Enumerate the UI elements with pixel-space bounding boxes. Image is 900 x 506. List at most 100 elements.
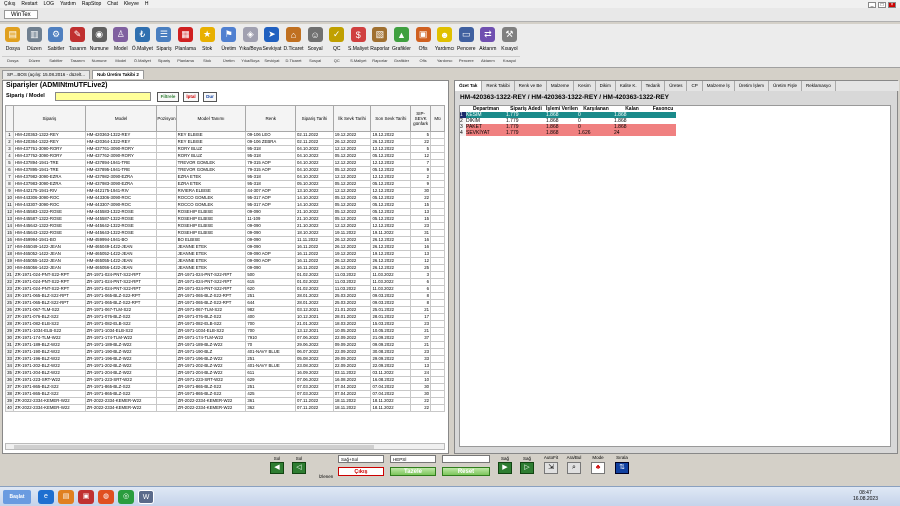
toolbar-dropdown[interactable]: Raporlar [369, 56, 391, 63]
table-row[interactable]: 40 ZR-2022-2334-KEMER-W22 ZR-2022-2334-KEM… [5, 404, 445, 412]
toolbar-dropdown[interactable]: Pencere [455, 56, 478, 63]
department-row[interactable]: 4 SEVKİYAT 1.779 1.868 1.626 24 [460, 130, 676, 136]
table-row[interactable]: 7 HM-437982-3090-EZRA HM-437982-3090-EZRA E… [5, 173, 445, 181]
toolbar-production-button[interactable]: ⚑ Üretim Üretim [217, 24, 240, 68]
firefox-icon[interactable]: ◍ [98, 490, 114, 504]
table-row[interactable]: 5 HM-437894-1941-TRE HM-437894-1941-TRE TRE… [5, 159, 445, 167]
doc-tab-uretim-takibi[interactable]: Nub Üretim Takibi 2 [91, 70, 144, 79]
table-row[interactable]: 9 HM-442175-1941-RIV HM-442175-1941-RIV RIV… [5, 187, 445, 195]
column-header[interactable]: İlk Sevk Tarihi [332, 105, 372, 132]
toolbar-design-button[interactable]: ✎ Tasarım Tasarım [66, 24, 89, 68]
toolbar-dropdown[interactable]: Üretim [217, 56, 240, 63]
toolbar-dropdown[interactable]: Yıka/Boya [239, 56, 262, 63]
toolbar-charts-button[interactable]: ▲ Grafikler Grafikler [390, 24, 413, 68]
detail-tab[interactable]: Dikim [596, 81, 616, 91]
menu-item-4[interactable]: RapStop [82, 1, 101, 7]
filter-input[interactable] [55, 92, 151, 101]
toolbar-shipping-button[interactable]: ➤ Sevkiyat Sevkiyat [261, 24, 283, 68]
side-select[interactable]: Sağ+Sol [338, 455, 384, 463]
toolbar-wash-button[interactable]: ◈ Yıka/Boya Yıka/Boya [239, 24, 262, 68]
table-row[interactable]: 39 ZR-2022-2334-KEMER-W22 ZR-2022-2334-KEM… [5, 397, 445, 405]
table-row[interactable]: 28 ZR-1971-082-ELB-S22 ZR-1971-082-ELB-S22… [5, 320, 445, 328]
menu-item-6[interactable]: Kleyve [124, 1, 139, 7]
table-row[interactable]: 30 ZR-1971-174-TLM-W22 ZR-1971-174-TLM-W22… [5, 334, 445, 342]
maximize-icon[interactable]: □ [878, 2, 886, 8]
column-header[interactable]: Model [84, 105, 158, 132]
detail-tab[interactable]: Üretim Fişle [769, 81, 803, 91]
toolbar-dropdown[interactable]: Düzen [23, 56, 46, 63]
filter-button[interactable]: Filtrele [157, 92, 179, 102]
toolbar-dropdown[interactable]: Sipariş [153, 56, 175, 63]
toolbar-planning-button[interactable]: ▦ Planlama Planlama [174, 24, 197, 68]
left-double-arrow-icon[interactable]: ◁ [292, 462, 306, 474]
search-icon[interactable]: ⌕ [567, 462, 581, 474]
table-row[interactable]: 22 ZR-1971-024-PNT-S22-RPT ZR-1971-024-PNT… [5, 278, 445, 286]
exit-button[interactable]: Çıkış [338, 467, 384, 476]
table-row[interactable]: 13 HM-445587-1322-ROSE HM-445587-1322-ROSE… [5, 215, 445, 223]
toolbar-dropdown[interactable]: Aktarım [477, 56, 499, 63]
toolbar-settings-button[interactable]: ⚙ Sabitler Sabitler [45, 24, 67, 68]
table-row[interactable]: 10 HM-443306-3090-ROC HM-443306-3090-ROC RO… [5, 194, 445, 202]
table-row[interactable]: 34 ZR-1971-202-BLZ-W22 ZR-1971-202-BLZ-W22… [5, 362, 445, 370]
sort-icon[interactable]: ⇅ [615, 462, 629, 474]
column-header[interactable]: Model Tanımı [175, 105, 247, 132]
menu-item-5[interactable]: Chat [107, 1, 118, 7]
toolbar-model-button[interactable]: ♙ Model Model [109, 24, 132, 68]
table-row[interactable]: 32 ZR-1971-190-BLZ-W22 ZR-1971-190-BLZ-W22… [5, 348, 445, 356]
table-row[interactable]: 27 ZR-1971-076-BLZ-S22 ZR-1971-076-BLZ-S22… [5, 313, 445, 321]
menu-item-0[interactable]: Çıkış [4, 1, 15, 7]
toolbar-dropdown[interactable]: Grafikler [390, 56, 413, 63]
table-row[interactable]: 11 HM-443307-3090-ROC HM-443307-3090-ROC RO… [5, 201, 445, 209]
column-header[interactable]: Mü [430, 105, 445, 132]
menu-item-2[interactable]: LOG [44, 1, 55, 7]
column-header[interactable]: Sipariş Tarihi [295, 105, 334, 132]
toolbar-window-button[interactable]: ▭ Pencere Pencere [455, 24, 478, 68]
detail-tab[interactable]: Özet Tak [455, 81, 483, 91]
minimize-icon[interactable]: _ [868, 2, 876, 8]
toolbar-dropdown[interactable]: Tasarım [66, 56, 89, 63]
toolbar-social-button[interactable]: ☺ Sosyal Sosyal [304, 24, 326, 68]
filter-select[interactable]: HEPSİ [390, 455, 436, 463]
reset-button[interactable]: Reset [442, 467, 490, 476]
table-row[interactable]: 29 ZR-1971-1034-ELB-S22 ZR-1971-1034-ELB-S… [5, 327, 445, 335]
chrome-icon[interactable]: ◎ [118, 490, 134, 504]
toolbar-dropdown[interactable]: Numune [88, 56, 110, 63]
orders-grid[interactable]: Sipariş Model Pozisyon Model Tanımı Renk Sipa… [5, 105, 445, 435]
toolbar-sample-button[interactable]: ◉ Numune Numune [88, 24, 110, 68]
right-arrow-icon[interactable]: ▶ [498, 462, 512, 474]
toolbar-stock-button[interactable]: ★ Stok Stok [196, 24, 218, 68]
toolbar-cost-button[interactable]: ₺ Ö.Maliyet Ö.Maliyet [131, 24, 154, 68]
column-header[interactable]: Pozisyon [156, 105, 177, 132]
detail-tab[interactable]: Kalite K. [616, 81, 642, 91]
explorer-icon[interactable]: ▤ [58, 490, 74, 504]
detail-tab[interactable]: Üretim İşlem [735, 81, 769, 91]
column-header[interactable]: Renk [245, 105, 297, 132]
toolbar-folder-button[interactable]: ▤ Dosya Dosya [2, 24, 24, 68]
table-row[interactable]: 14 HM-445642-1322-ROSE HM-445642-1322-ROSE… [5, 222, 445, 230]
start-button[interactable]: Başlat [3, 490, 31, 504]
toolbar-dropdown[interactable]: Dosya [2, 56, 24, 63]
detail-tab[interactable]: Malzeme İş [703, 81, 735, 91]
detail-tab[interactable]: Renk ve Be [515, 81, 547, 91]
toolbar-dropdown[interactable]: Ö.Maliyet [131, 56, 154, 63]
cancel-filter-button[interactable]: İptal [183, 92, 199, 102]
table-row[interactable]: 38 ZR-1971-865-BLZ-S22 ZR-1971-865-BLZ-S22… [5, 390, 445, 398]
toolbar-order-button[interactable]: ☰ Sipariş Sipariş [153, 24, 175, 68]
table-row[interactable]: 2 HM-420364-1322-REY HM-420364-1322-REY REY… [5, 138, 445, 146]
table-row[interactable]: 37 ZR-1971-865-BLZ-S22 ZR-1971-865-BLZ-S22… [5, 383, 445, 391]
toolbar-qc-button[interactable]: ✓ QC QC [325, 24, 348, 68]
table-row[interactable]: 4 HM-437762-3090-RORY HM-437762-3090-RORY R… [5, 152, 445, 160]
toolbar-dropdown[interactable]: D.Ticaret [282, 56, 305, 63]
table-row[interactable]: 31 ZR-1971-189-BLZ-W22 ZR-1971-189-BLZ-W22… [5, 341, 445, 349]
toolbar-helper-button[interactable]: ☻ Yardımcı Yardımcı [433, 24, 456, 68]
toolbar-reports-button[interactable]: ▧ Raporlar Raporlar [369, 24, 391, 68]
toolbar-dropdown[interactable]: QC [325, 56, 348, 63]
table-row[interactable]: 26 ZR-1971-067-TLM-S22 ZR-1971-067-TLM-S22… [5, 306, 445, 314]
detail-tab[interactable]: Üretes [665, 81, 688, 91]
mode-icon[interactable]: ♣ [591, 462, 605, 474]
column-header[interactable]: SIP-SEVK günfark [410, 105, 432, 132]
toolbar-dropdown[interactable]: Sabitler [45, 56, 67, 63]
column-header[interactable]: Karşılanan [578, 106, 614, 112]
toolbar-shortcut-button[interactable]: ⚒ Kısayol Kısayol [498, 24, 521, 68]
detail-tab[interactable]: Kesim [574, 81, 596, 91]
